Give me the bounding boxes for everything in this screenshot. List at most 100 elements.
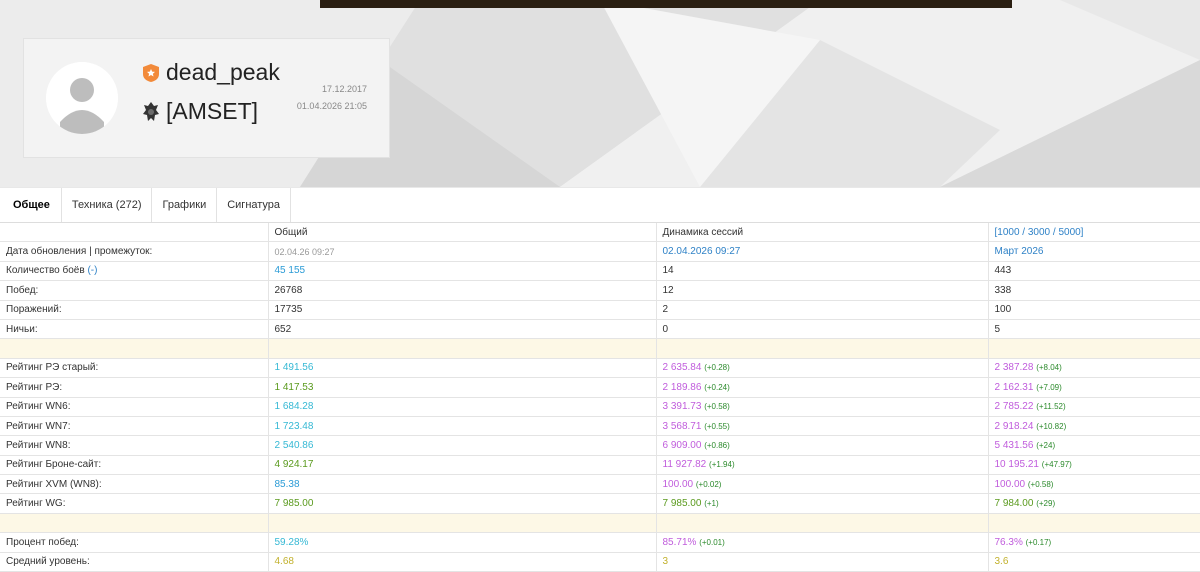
cell-overall: 45 155 (268, 261, 657, 282)
row-label: Дата обновления | промежуток: (0, 241, 269, 262)
cell-overall: 59.28% (268, 532, 657, 553)
cell-overall: 1 417.53 (268, 377, 657, 398)
cell-period: 2 785.22 (+11.52) (988, 397, 1200, 417)
cell-overall: 26768 (268, 280, 657, 301)
cell-period: 100 (988, 300, 1200, 320)
tab-general[interactable]: Общее (0, 188, 62, 222)
clan-tag[interactable]: [AMSET] (166, 98, 258, 125)
row-label: Количество боёв (-) (0, 261, 269, 282)
table-row: Ничьи: 652 0 5 (0, 319, 1200, 340)
banner-top-strip (320, 0, 1012, 8)
battles-toggle-link[interactable]: (-) (87, 265, 97, 276)
row-label: Поражений: (0, 300, 269, 320)
cell-session: 14 (656, 261, 989, 282)
cell-period: 5 (988, 319, 1200, 340)
registration-date: 17.12.2017 (321, 84, 367, 94)
cell-session: 85.71% (+0.01) (656, 532, 989, 553)
cell-overall: 1 684.28 (268, 397, 657, 417)
tab-signature[interactable]: Сигнатура (217, 188, 292, 222)
row-label: Средний уровень: (0, 552, 269, 572)
cell-session: 100.00 (+0.02) (656, 474, 989, 495)
row-label: Рейтинг РЭ старый: (0, 358, 269, 379)
cell-session[interactable]: 02.04.2026 09:27 (656, 241, 989, 262)
cell-overall: 4.68 (268, 552, 657, 572)
row-label: Процент побед: (0, 532, 269, 553)
cell-period[interactable]: Март 2026 (988, 241, 1200, 262)
row-label: Ничьи: (0, 319, 269, 340)
table-row: Рейтинг РЭ старый: 1 491.56 2 635.84 (+0… (0, 358, 1200, 379)
cell-period: 3.6 (988, 552, 1200, 572)
stats-table: Общий Динамика сессий [1000 / 3000 / 500… (0, 223, 1200, 572)
row-label: Рейтинг WN7: (0, 416, 269, 437)
clan-emblem-icon (143, 101, 159, 121)
table-row: Побед: 26768 12 338 (0, 280, 1200, 301)
cell-overall: 17735 (268, 300, 657, 320)
nickname-row: dead_peak (142, 59, 280, 86)
header-label (0, 223, 269, 243)
row-label: Рейтинг WN8: (0, 435, 269, 456)
cell-session: 12 (656, 280, 989, 301)
row-label: Рейтинг Броне-сайт: (0, 455, 269, 476)
cell-session: 2 (656, 300, 989, 320)
cell-period: 5 431.56 (+24) (988, 435, 1200, 456)
table-row: Рейтинг WG: 7 985.00 7 985.00 (+1) 7 984… (0, 493, 1200, 514)
table-row: Поражений: 17735 2 100 (0, 300, 1200, 320)
cell-period: 2 918.24 (+10.82) (988, 416, 1200, 437)
cell-session: 11 927.82 (+1.94) (656, 455, 989, 476)
cell-session: 3 (656, 552, 989, 572)
table-row: Рейтинг WN7: 1 723.48 3 568.71 (+0.55) 2… (0, 416, 1200, 437)
cell-overall: 1 491.56 (268, 358, 657, 379)
cell-period: 100.00 (+0.58) (988, 474, 1200, 495)
table-row: Рейтинг РЭ: 1 417.53 2 189.86 (+0.24) 2 … (0, 377, 1200, 398)
cell-session: 7 985.00 (+1) (656, 493, 989, 514)
profile-tabs: Общее Техника (272) Графики Сигнатура (0, 187, 1200, 223)
cell-overall: 7 985.00 (268, 493, 657, 514)
table-row: Процент побед: 59.28% 85.71% (+0.01) 76.… (0, 532, 1200, 553)
premium-badge-icon (143, 63, 159, 82)
separator-row (0, 513, 1200, 534)
cell-session: 2 189.86 (+0.24) (656, 377, 989, 398)
cell-overall: 4 924.17 (268, 455, 657, 476)
cell-overall: 85.38 (268, 474, 657, 495)
cell-session: 2 635.84 (+0.28) (656, 358, 989, 379)
header-period-selector[interactable]: [1000 / 3000 / 5000] (988, 223, 1200, 243)
cell-period: 76.3% (+0.17) (988, 532, 1200, 553)
avatar-placeholder-icon (46, 62, 118, 134)
clan-row[interactable]: [AMSET] (142, 98, 258, 125)
header-overall: Общий (268, 223, 657, 243)
tab-charts[interactable]: Графики (152, 188, 218, 222)
table-row: Дата обновления | промежуток: 02.04.26 0… (0, 241, 1200, 262)
cell-session: 3 391.73 (+0.58) (656, 397, 989, 417)
row-label: Рейтинг XVM (WN8): (0, 474, 269, 495)
table-header-row: Общий Динамика сессий [1000 / 3000 / 500… (0, 223, 1200, 243)
last-battle-date: 01.04.2026 21:05 (296, 101, 367, 111)
cell-session: 3 568.71 (+0.55) (656, 416, 989, 437)
table-row: Рейтинг XVM (WN8): 85.38 100.00 (+0.02) … (0, 474, 1200, 495)
separator-row (0, 338, 1200, 359)
cell-period: 443 (988, 261, 1200, 282)
row-label: Рейтинг WG: (0, 493, 269, 514)
row-label: Рейтинг РЭ: (0, 377, 269, 398)
table-row: Рейтинг WN6: 1 684.28 3 391.73 (+0.58) 2… (0, 397, 1200, 417)
row-label: Рейтинг WN6: (0, 397, 269, 417)
row-label: Побед: (0, 280, 269, 301)
cell-period: 2 387.28 (+8.04) (988, 358, 1200, 379)
cell-period: 10 195.21 (+47.97) (988, 455, 1200, 476)
table-row: Рейтинг Броне-сайт: 4 924.17 11 927.82 (… (0, 455, 1200, 476)
table-row: Средний уровень: 4.68 3 3.6 (0, 552, 1200, 572)
cell-period: 338 (988, 280, 1200, 301)
header-session-dynamics: Динамика сессий (656, 223, 989, 243)
cell-period: 2 162.31 (+7.09) (988, 377, 1200, 398)
cell-overall: 652 (268, 319, 657, 340)
cell-overall: 2 540.86 (268, 435, 657, 456)
profile-card: dead_peak [AMSET] 17.12.2017 01.04.2026 … (24, 39, 389, 157)
tab-vehicles[interactable]: Техника (272) (62, 188, 153, 222)
cell-overall: 1 723.48 (268, 416, 657, 437)
cell-session: 6 909.00 (+0.86) (656, 435, 989, 456)
player-nickname: dead_peak (166, 59, 280, 85)
cell-session: 0 (656, 319, 989, 340)
table-row: Рейтинг WN8: 2 540.86 6 909.00 (+0.86) 5… (0, 435, 1200, 456)
cell-overall: 02.04.26 09:27 (268, 241, 657, 262)
table-row: Количество боёв (-) 45 155 14 443 (0, 261, 1200, 282)
cell-period: 7 984.00 (+29) (988, 493, 1200, 514)
